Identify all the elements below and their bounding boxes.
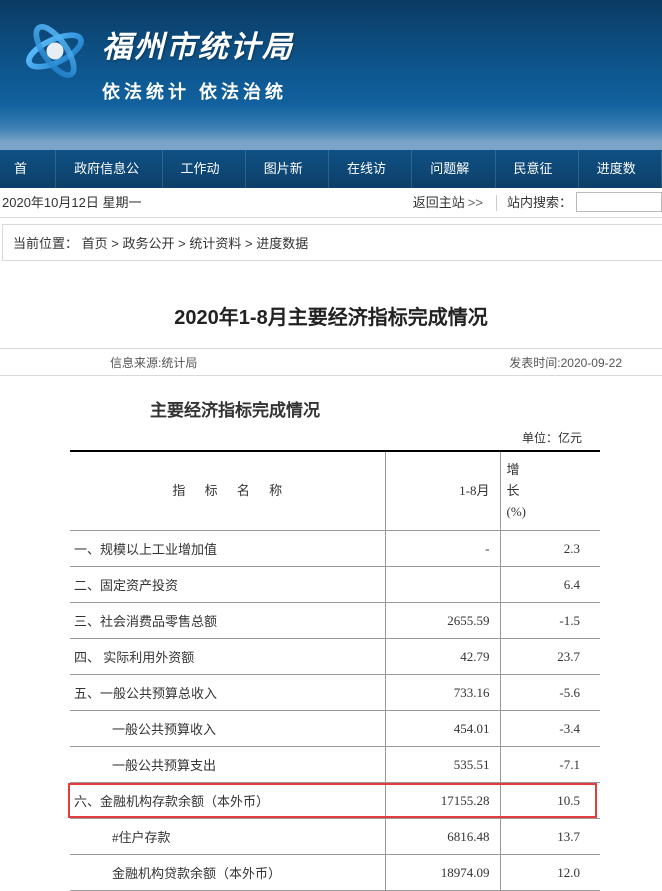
chevron-right-icon: >> (465, 188, 486, 218)
subnav-bar: 2020年10月12日 星期一 返回主站 >> 站内搜索： (0, 188, 662, 218)
indicator-value: 2655.59 (385, 603, 500, 639)
divider (496, 195, 497, 211)
article-source: 信息来源:统计局 (110, 355, 197, 369)
breadcrumb-sep: > (245, 236, 256, 251)
table-row: #住户存款6816.4813.7 (70, 819, 600, 855)
indicator-name: 四、 实际利用外资额 (70, 639, 385, 675)
indicator-growth: 10.5 (500, 783, 600, 819)
indicator-value: 733.16 (385, 675, 500, 711)
indicator-value: 17155.28 (385, 783, 500, 819)
breadcrumb-sep: > (178, 236, 189, 251)
table-unit: 单位：亿元 (0, 429, 662, 450)
current-date: 2020年10月12日 星期一 (2, 188, 149, 217)
breadcrumb-item[interactable]: 统计资料 (189, 236, 241, 251)
indicator-value (385, 567, 500, 603)
indicator-name: 一、规模以上工业增加值 (70, 531, 385, 567)
back-label: 返回主站 (413, 188, 465, 218)
nav-item-photos[interactable]: 图片新闻 (246, 150, 329, 188)
site-banner: 福州市统计局 依法统计 依法治统 (0, 0, 662, 150)
table-heading: 主要经济指标完成情况 (0, 376, 662, 429)
indicator-growth: -5.6 (500, 675, 600, 711)
search-label: 站内搜索： (507, 188, 576, 217)
indicator-growth: -7.1 (500, 747, 600, 783)
indicator-name: 一般公共预算支出 (70, 747, 385, 783)
nav-item-gov-info[interactable]: 政府信息公开 (56, 150, 162, 188)
table-row: 一、规模以上工业增加值-2.3 (70, 531, 600, 567)
indicator-growth: 12.0 (500, 855, 600, 891)
site-slogan: 依法统计 依法治统 (102, 78, 294, 104)
indicator-name: 一般公共预算收入 (70, 711, 385, 747)
indicator-growth: 23.7 (500, 639, 600, 675)
breadcrumb-item[interactable]: 进度数据 (256, 236, 308, 251)
table-row: 金融机构贷款余额（本外币）18974.0912.0 (70, 855, 600, 891)
site-title: 福州市统计局 (102, 22, 294, 66)
col-period: 1-8月 (385, 451, 500, 531)
indicator-growth: -3.4 (500, 711, 600, 747)
site-search-input[interactable] (576, 192, 662, 212)
indicator-name: 三、社会消费品零售总额 (70, 603, 385, 639)
indicator-value: 535.51 (385, 747, 500, 783)
breadcrumb-label: 当前位置： (13, 236, 78, 251)
table-row: 六、金融机构存款余额（本外币）17155.2810.5 (70, 783, 600, 819)
indicator-value: - (385, 531, 500, 567)
table-row: 五、一般公共预算总收入733.16-5.6 (70, 675, 600, 711)
breadcrumb-sep: > (111, 236, 122, 251)
table-row: 二、固定资产投资 6.4 (70, 567, 600, 603)
indicator-growth: -1.5 (500, 603, 600, 639)
indicator-value: 42.79 (385, 639, 500, 675)
main-nav: 首页 政府信息公开 工作动态 图片新闻 在线访谈 问题解答 民意征集 进度数据 (0, 150, 662, 188)
breadcrumb-item[interactable]: 政务公开 (123, 236, 175, 251)
breadcrumb: 当前位置： 首页 > 政务公开 > 统计资料 > 进度数据 (2, 224, 662, 261)
table-row: 一般公共预算收入454.01-3.4 (70, 711, 600, 747)
indicator-name: 五、一般公共预算总收入 (70, 675, 385, 711)
indicator-table: 指 标 名 称 1-8月 增 长 (%) 一、规模以上工业增加值-2.3二、固定… (70, 450, 600, 891)
indicator-name: 二、固定资产投资 (70, 567, 385, 603)
indicator-growth: 13.7 (500, 819, 600, 855)
table-row: 四、 实际利用外资额42.7923.7 (70, 639, 600, 675)
indicator-value: 18974.09 (385, 855, 500, 891)
nav-item-work[interactable]: 工作动态 (163, 150, 246, 188)
nav-item-opinion[interactable]: 民意征集 (496, 150, 579, 188)
indicator-name: 六、金融机构存款余额（本外币） (70, 783, 385, 819)
article-time: 发表时间:2020-09-22 (509, 355, 622, 369)
indicator-name: #住户存款 (70, 819, 385, 855)
page-title: 2020年1-8月主要经济指标完成情况 (0, 261, 662, 348)
indicator-growth: 2.3 (500, 531, 600, 567)
indicator-growth: 6.4 (500, 567, 600, 603)
indicator-value: 454.01 (385, 711, 500, 747)
back-to-main-link[interactable]: 返回主站 >> (413, 188, 486, 217)
nav-item-progress[interactable]: 进度数据 (579, 150, 662, 188)
indicator-value: 6816.48 (385, 819, 500, 855)
nav-item-interview[interactable]: 在线访谈 (329, 150, 412, 188)
site-logo-icon (22, 18, 88, 84)
nav-item-home[interactable]: 首页 (0, 150, 56, 188)
article-meta: 信息来源:统计局 发表时间:2020-09-22 (0, 348, 662, 376)
table-row: 一般公共预算支出535.51-7.1 (70, 747, 600, 783)
col-indicator: 指 标 名 称 (70, 451, 385, 531)
table-row: 三、社会消费品零售总额2655.59-1.5 (70, 603, 600, 639)
nav-item-faq[interactable]: 问题解答 (412, 150, 495, 188)
indicator-name: 金融机构贷款余额（本外币） (70, 855, 385, 891)
col-growth: 增 长 (%) (500, 451, 600, 531)
breadcrumb-item[interactable]: 首页 (82, 236, 108, 251)
